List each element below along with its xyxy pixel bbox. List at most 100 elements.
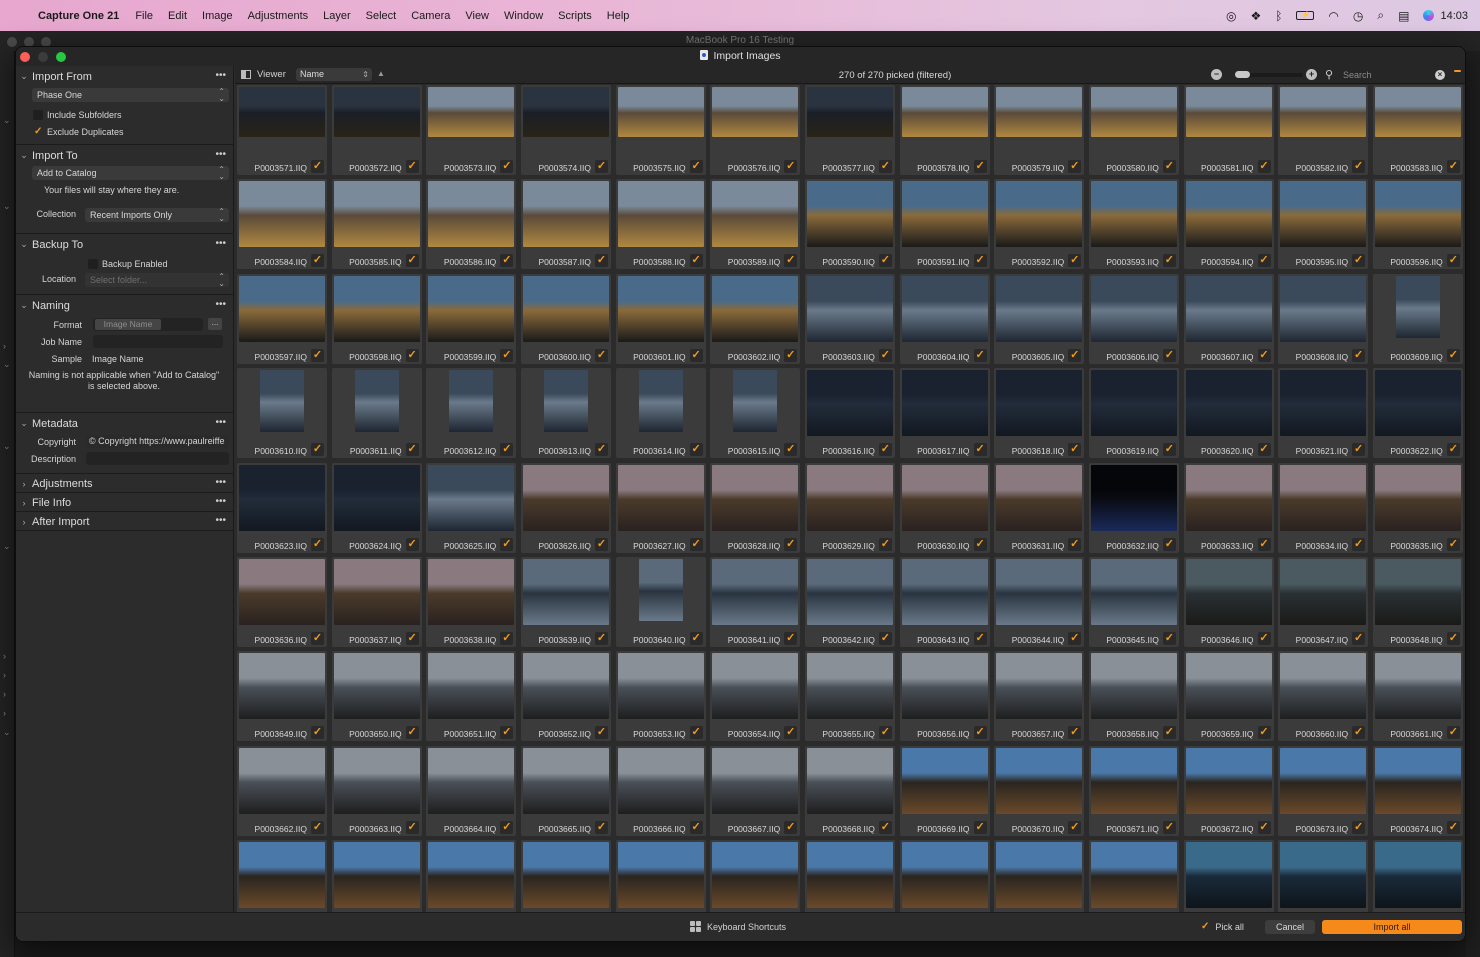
thumbnail-cell[interactable]: P0003649.IIQ ✓ [237, 651, 327, 742]
thumbnail-image[interactable] [996, 653, 1083, 720]
thumbnail-cell[interactable]: P0003613.IIQ ✓ [520, 368, 611, 459]
search-icon[interactable]: ⚲ [1325, 68, 1333, 81]
thumbnail-image[interactable] [1185, 653, 1272, 720]
thumbnail-image[interactable] [522, 181, 609, 248]
thumbnail-image[interactable] [617, 464, 704, 531]
thumbnail-image[interactable] [428, 181, 515, 248]
pick-checkbox[interactable]: ✓ [1446, 820, 1460, 834]
thumbnail-image[interactable] [239, 559, 325, 625]
pick-checkbox[interactable]: ✓ [1068, 820, 1082, 834]
thumbnail-cell[interactable]: P0003597.IIQ ✓ [237, 273, 327, 364]
thumbnail-cell[interactable]: P0003664.IIQ ✓ [426, 745, 517, 836]
pick-checkbox[interactable]: ✓ [1257, 632, 1271, 645]
menu-layer[interactable]: Layer [323, 10, 351, 22]
thumbnail-image[interactable] [901, 275, 988, 342]
thumbnail-image[interactable] [712, 747, 799, 814]
thumbnail-image[interactable] [806, 747, 893, 814]
pick-checkbox[interactable]: ✓ [878, 160, 892, 173]
pick-checkbox[interactable]: ✓ [405, 160, 419, 173]
thumbnail-image[interactable] [1280, 464, 1367, 531]
thumbnail-image[interactable] [806, 275, 893, 342]
pick-checkbox[interactable]: ✓ [878, 537, 892, 551]
thumbnail-cell[interactable]: P0003573.IIQ ✓ [426, 85, 517, 175]
thumbnail-cell[interactable]: P0003586.IIQ ✓ [426, 179, 517, 270]
pick-checkbox[interactable]: ✓ [405, 254, 419, 268]
thumbnail-image[interactable] [522, 653, 609, 720]
pick-checkbox[interactable]: ✓ [500, 726, 514, 740]
thumbnail-cell[interactable]: P0003615.IIQ ✓ [710, 368, 801, 459]
thumbnail-cell[interactable]: P0003596.IIQ ✓ [1372, 179, 1463, 270]
thumbnail-image[interactable] [1280, 653, 1367, 720]
thumbnail-cell[interactable]: P0003657.IIQ ✓ [994, 651, 1085, 742]
thumbnail-image[interactable] [1280, 87, 1367, 137]
thumbnail-image[interactable] [239, 842, 325, 909]
thumbnail-image[interactable] [1280, 842, 1367, 909]
thumbnail-cell[interactable]: P0003582.IIQ ✓ [1278, 85, 1369, 175]
pick-checkbox[interactable]: ✓ [1068, 726, 1082, 740]
menu-window[interactable]: Window [504, 10, 543, 22]
pick-checkbox[interactable]: ✓ [405, 726, 419, 740]
thumbnail-image[interactable] [1185, 370, 1272, 437]
thumbnail-image[interactable] [806, 842, 893, 909]
thumbnail-image[interactable] [1280, 370, 1367, 437]
pick-checkbox[interactable]: ✓ [405, 348, 419, 362]
siri-icon[interactable] [1423, 10, 1435, 21]
thumbnail-cell[interactable]: P0003607.IIQ ✓ [1183, 273, 1274, 364]
chevron-down-icon[interactable]: ⌄ [3, 541, 11, 552]
thumbnail-cell[interactable]: P0003658.IIQ ✓ [1088, 651, 1179, 742]
thumbnail-cell[interactable]: P0003611.IIQ ✓ [331, 368, 422, 459]
thumbnail-cell[interactable]: P0003578.IIQ ✓ [899, 85, 990, 175]
backup-location-select[interactable]: Select folder... ⌃ ⌄ [85, 273, 229, 288]
thumbnail-cell[interactable]: P0003628.IIQ ✓ [710, 462, 801, 553]
pick-checkbox[interactable]: ✓ [784, 632, 798, 645]
thumbnail-image[interactable] [1185, 842, 1272, 909]
pick-checkbox[interactable]: ✓ [1352, 632, 1366, 645]
thumbnail-image[interactable] [1090, 842, 1177, 909]
thumbnail-cell[interactable]: P0003622.IIQ ✓ [1372, 368, 1463, 459]
thumbnail-cell[interactable]: P0003679.IIQ✓ [615, 840, 706, 914]
thumbnail-image[interactable] [901, 370, 988, 437]
thumbnail-image[interactable] [806, 87, 893, 137]
section-header-file-info[interactable]: › File Info ••• [16, 493, 233, 512]
thumbnail-image[interactable] [996, 181, 1083, 248]
pick-checkbox[interactable]: ✓ [1162, 537, 1176, 551]
pick-checkbox[interactable]: ✓ [405, 537, 419, 551]
collection-select[interactable]: Recent Imports Only ⌃ ⌄ [85, 208, 229, 223]
chevron-right-icon[interactable]: › [3, 341, 6, 351]
thumbnail-cell[interactable]: P0003587.IIQ ✓ [520, 179, 611, 270]
thumbnail-cell[interactable]: P0003629.IIQ ✓ [804, 462, 895, 553]
chevron-down-icon[interactable]: ⌄ [3, 115, 11, 126]
menu-view[interactable]: View [465, 10, 489, 22]
thumbnail-image[interactable] [428, 653, 515, 720]
thumbnail-cell[interactable]: P0003605.IIQ ✓ [994, 273, 1085, 364]
thumbnail-image[interactable] [996, 275, 1083, 342]
sort-by-select[interactable]: Name ⇕ [296, 68, 372, 81]
thumbnail-cell[interactable]: P0003686.IIQ✓ [1278, 840, 1369, 914]
thumbnail-cell[interactable]: P0003624.IIQ ✓ [331, 462, 422, 553]
pick-checkbox[interactable]: ✓ [878, 348, 892, 362]
import-all-button[interactable]: Import all [1322, 920, 1462, 934]
thumbnail-image[interactable] [333, 87, 420, 137]
thumbnail-image[interactable] [617, 87, 704, 137]
thumbnail-cell[interactable]: P0003674.IIQ ✓ [1372, 745, 1463, 836]
thumbnail-image[interactable] [1090, 87, 1177, 137]
thumbnail-cell[interactable]: P0003643.IIQ ✓ [899, 557, 990, 647]
pick-checkbox[interactable]: ✓ [1162, 348, 1176, 362]
viewer-toggle-button[interactable]: Viewer [241, 69, 286, 80]
thumbnail-cell[interactable]: P0003687.IIQ✓ [1372, 840, 1463, 914]
menu-scripts[interactable]: Scripts [558, 10, 592, 22]
pick-checkbox[interactable]: ✓ [878, 820, 892, 834]
thumbnail-cell[interactable]: P0003638.IIQ ✓ [426, 557, 517, 647]
thumbnail-cell[interactable]: P0003625.IIQ ✓ [426, 462, 517, 553]
thumbnail-cell[interactable]: P0003671.IIQ ✓ [1088, 745, 1179, 836]
import-source-select[interactable]: Phase One ⌃ ⌄ [32, 88, 229, 103]
thumbnail-image[interactable] [638, 559, 683, 621]
pick-checkbox[interactable]: ✓ [1257, 726, 1271, 740]
thumbnail-image[interactable] [901, 464, 988, 531]
pick-checkbox[interactable]: ✓ [784, 820, 798, 834]
pick-checkbox[interactable]: ✓ [500, 632, 514, 645]
thumbnail-cell[interactable]: P0003626.IIQ ✓ [520, 462, 611, 553]
pick-checkbox[interactable]: ✓ [1162, 632, 1176, 645]
thumbnail-cell[interactable]: P0003630.IIQ ✓ [899, 462, 990, 553]
section-header-naming[interactable]: ⌄ Naming ••• [16, 296, 233, 315]
